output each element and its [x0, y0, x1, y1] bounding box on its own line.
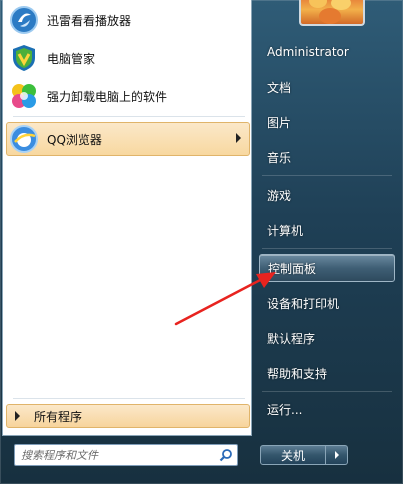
all-programs-label: 所有程序 — [34, 409, 83, 424]
right-item-computer[interactable]: 计算机 — [259, 216, 395, 244]
triangle-right-icon — [15, 411, 20, 421]
search-box[interactable] — [14, 444, 238, 466]
shutdown-button[interactable]: 关机 — [260, 445, 326, 465]
right-item-label: 默认程序 — [267, 331, 316, 346]
right-item-music[interactable]: 音乐 — [259, 143, 395, 171]
right-item-documents[interactable]: 文档 — [259, 73, 395, 101]
right-item-label: 控制面板 — [268, 261, 317, 276]
shutdown-group: 关机 — [260, 445, 350, 465]
uninstaller-icon — [9, 81, 39, 111]
program-item-uninstaller[interactable]: 强力卸载电脑上的软件 — [9, 78, 249, 114]
right-item-control-panel[interactable]: 控制面板 — [259, 254, 395, 282]
right-item-label: 文档 — [267, 80, 292, 95]
programs-panel: 迅雷看看播放器 电脑管家 强力卸载电脑上的软件 QQ浏览器 所有程序 — [2, 0, 252, 436]
divider — [262, 248, 392, 249]
right-item-pictures[interactable]: 图片 — [259, 108, 395, 136]
divider — [262, 175, 392, 176]
right-item-devices-printers[interactable]: 设备和打印机 — [259, 289, 395, 317]
right-item-label: 游戏 — [267, 188, 292, 203]
xunlei-player-icon — [9, 5, 39, 35]
right-item-default-programs[interactable]: 默认程序 — [259, 324, 395, 352]
search-area — [2, 436, 252, 484]
search-input[interactable] — [15, 446, 215, 464]
program-label: QQ浏览器 — [47, 132, 102, 147]
start-menu: 迅雷看看播放器 电脑管家 强力卸载电脑上的软件 QQ浏览器 所有程序 搜索程序和… — [0, 0, 403, 484]
right-item-label: 计算机 — [267, 223, 304, 238]
all-programs-button[interactable]: 所有程序 — [6, 404, 250, 428]
user-name: Administrator — [267, 45, 349, 59]
search-icon[interactable] — [215, 445, 237, 465]
user-name-link[interactable]: Administrator — [259, 38, 395, 66]
program-label: 迅雷看看播放器 — [47, 13, 132, 28]
right-item-label: 设备和打印机 — [267, 296, 340, 311]
right-item-label: 运行... — [267, 402, 303, 417]
divider — [262, 391, 392, 392]
right-item-label: 帮助和支持 — [267, 366, 328, 381]
shutdown-options-button[interactable] — [326, 445, 348, 465]
chevron-right-icon — [334, 451, 339, 459]
program-item-qq-browser[interactable]: QQ浏览器 — [6, 122, 250, 156]
program-label: 电脑管家 — [47, 51, 96, 66]
user-picture[interactable] — [299, 0, 365, 26]
program-item-xunlei[interactable]: 迅雷看看播放器 — [9, 2, 249, 38]
pc-manager-shield-icon — [9, 43, 39, 73]
right-item-label: 音乐 — [267, 150, 292, 165]
shutdown-label: 关机 — [280, 448, 305, 463]
right-item-help-support[interactable]: 帮助和支持 — [259, 359, 395, 387]
right-item-label: 图片 — [267, 115, 292, 130]
divider — [13, 116, 245, 117]
qq-browser-icon — [9, 124, 39, 154]
right-item-games[interactable]: 游戏 — [259, 181, 395, 209]
divider — [13, 398, 245, 399]
program-label: 强力卸载电脑上的软件 — [47, 89, 168, 104]
submenu-arrow-icon — [236, 133, 241, 143]
right-item-run[interactable]: 运行... — [259, 395, 395, 423]
program-item-pc-manager[interactable]: 电脑管家 — [9, 40, 249, 76]
